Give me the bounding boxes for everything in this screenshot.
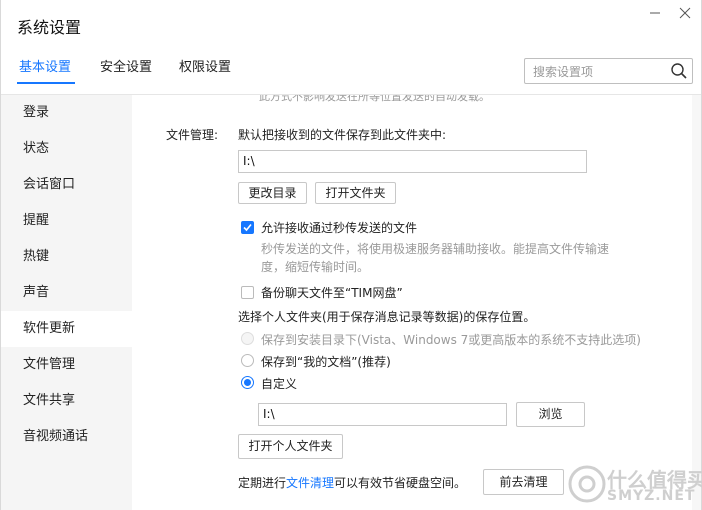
default-path-field[interactable]: I:\ (238, 150, 587, 173)
go-clean-button[interactable]: 前去清理 (483, 469, 564, 495)
clipped-description: 此方式不影响发送在所等位置发送的自动发载。 (259, 95, 490, 103)
sidebar-item-login[interactable]: 登录 (1, 95, 132, 131)
cleanup-suffix: 可以有效节省硬盘空间。 (334, 476, 467, 490)
tab-permission[interactable]: 权限设置 (179, 56, 231, 75)
radio-my-documents-label[interactable]: 保存到“我的文档”(推荐) (261, 353, 391, 370)
backup-label[interactable]: 备份聊天文件至“TIM网盘” (261, 284, 403, 301)
cleanup-link[interactable]: 文件清理 (286, 476, 334, 490)
watermark: 什么值得买 SMYZ.NET (567, 462, 702, 506)
title-bar: 系统设置 (1, 0, 701, 48)
browse-button[interactable]: 浏览 (516, 402, 585, 427)
sidebar-item-chat-window[interactable]: 会话窗口 (1, 167, 132, 203)
cleanup-text: 定期进行文件清理可以有效节省硬盘空间。 (238, 474, 466, 491)
allow-instant-checkbox[interactable] (241, 221, 254, 234)
sidebar-item-file-sharing[interactable]: 文件共享 (1, 383, 132, 419)
radio-install-dir-label: 保存到安装目录下(Vista、Windows 7或更高版本的系统不支持此选项) (261, 333, 641, 347)
open-personal-folder-button[interactable]: 打开个人文件夹 (238, 434, 343, 459)
close-icon (679, 7, 691, 19)
radio-custom-label[interactable]: 自定义 (261, 375, 297, 392)
radio-custom[interactable] (241, 376, 254, 389)
window-title: 系统设置 (17, 18, 82, 37)
search-box[interactable] (524, 58, 693, 84)
sidebar: 登录 状态 会话窗口 提醒 热键 声音 软件更新 文件管理 文件共享 音视频通话 (1, 95, 132, 510)
tab-security[interactable]: 安全设置 (100, 56, 152, 75)
custom-path-field[interactable]: I:\ (258, 403, 507, 426)
minimize-button[interactable] (645, 6, 665, 24)
change-directory-button[interactable]: 更改目录 (238, 182, 307, 204)
backup-checkbox[interactable] (241, 286, 254, 299)
watermark-logo-icon (568, 465, 606, 503)
personal-folder-title: 选择个人文件夹(用于保存消息记录等数据)的保存位置。 (238, 310, 536, 324)
cleanup-prefix: 定期进行 (238, 476, 287, 490)
sidebar-item-software-update[interactable]: 软件更新 (1, 311, 132, 347)
default-save-text: 默认把接收到的文件保存到此文件夹中: (238, 128, 447, 142)
watermark-site: SMYZ.NET (607, 488, 696, 504)
sidebar-item-reminder[interactable]: 提醒 (1, 203, 132, 239)
tab-basic[interactable]: 基本设置 (19, 56, 71, 75)
content-scrollbar[interactable] (692, 95, 701, 510)
sidebar-item-av-call[interactable]: 音视频通话 (1, 419, 132, 455)
sidebar-item-file-management[interactable]: 文件管理 (1, 347, 132, 383)
close-button[interactable] (675, 6, 695, 24)
settings-window: 系统设置 基本设置 安全设置 权限设置 登录 状态 会话窗口 提醒 热键 声音 … (0, 0, 702, 510)
minimize-icon (650, 12, 660, 14)
settings-content: 此方式不影响发送在所等位置发送的自动发载。 文件管理: 默认把接收到的文件保存到… (132, 95, 692, 510)
allow-instant-desc-2: 度，缩短传输时间。 (261, 260, 370, 274)
radio-my-documents[interactable] (241, 354, 254, 367)
checkmark-icon (243, 223, 252, 232)
sidebar-item-status[interactable]: 状态 (1, 131, 132, 167)
search-input[interactable] (531, 62, 670, 82)
sidebar-item-sound[interactable]: 声音 (1, 275, 132, 311)
allow-instant-desc-1: 秒传发送的文件，将使用极速服务器辅助接收。能提高文件传输速 (261, 242, 610, 256)
sidebar-item-hotkeys[interactable]: 热键 (1, 239, 132, 275)
allow-instant-label[interactable]: 允许接收通过秒传发送的文件 (261, 219, 417, 236)
radio-install-dir (241, 332, 254, 345)
file-section-label: 文件管理: (166, 128, 219, 142)
open-folder-button[interactable]: 打开文件夹 (315, 182, 396, 204)
active-tab-indicator (17, 82, 75, 84)
search-icon[interactable] (670, 62, 688, 80)
